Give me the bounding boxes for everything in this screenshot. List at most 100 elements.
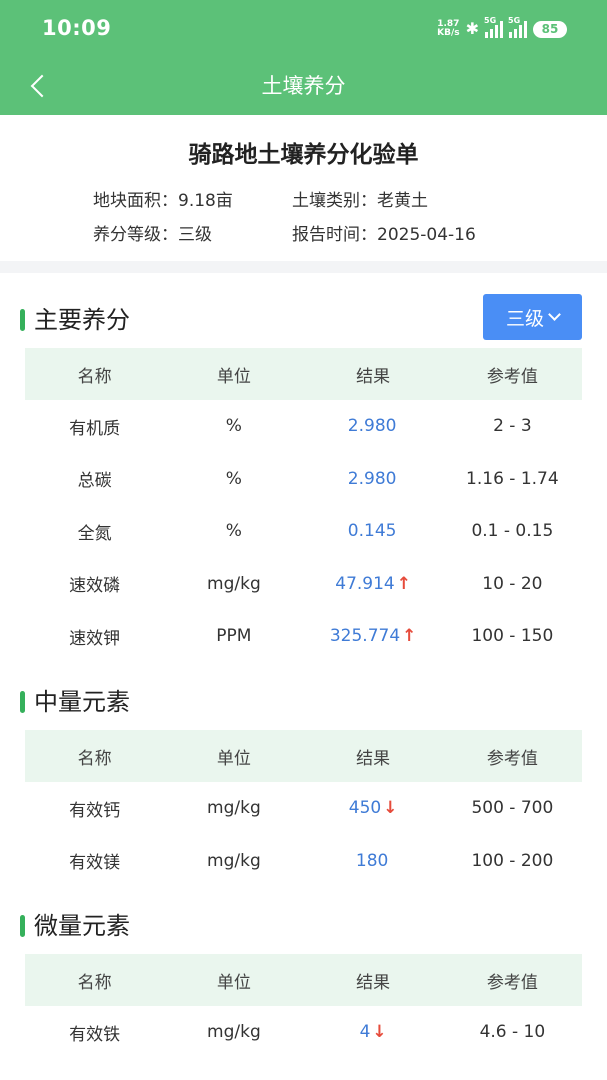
table-row: 有效铁 mg/kg 4 ↓ 4.6 - 10 (25, 1006, 582, 1059)
row-result: 47.914 ↑ (335, 573, 411, 594)
app-header: 10:09 1.87 KB/s ✱ 5G 5G 85 土壤养分 (0, 0, 607, 115)
row-name: 有效钙 (69, 800, 121, 821)
row-name: 有效镁 (69, 853, 121, 874)
grade-value: 三级 (178, 225, 212, 245)
header-result: 结果 (356, 972, 391, 993)
row-unit: PPM (216, 626, 252, 647)
section-header-main: 主要养分 (20, 300, 130, 335)
date-info: 报告时间：2025-04-16 (292, 220, 476, 245)
table-row: 总碳 % 2.980 1.16 - 1.74 (25, 453, 582, 506)
row-name: 速效磷 (69, 576, 121, 597)
header-name: 名称 (77, 366, 112, 387)
table-header: 名称 单位 结果 参考值 (25, 730, 582, 782)
header-name: 名称 (77, 972, 112, 993)
network-speed-unit: KB/s (437, 28, 460, 38)
grade-label: 养分等级： (93, 225, 178, 245)
table-header: 名称 单位 结果 参考值 (25, 348, 582, 400)
arrow-down-icon: ↓ (383, 798, 398, 819)
row-name: 总碳 (77, 471, 112, 492)
header-unit: 单位 (216, 748, 251, 769)
row-unit: mg/kg (207, 1022, 261, 1043)
header-name: 名称 (77, 748, 112, 769)
header-unit: 单位 (216, 366, 251, 387)
row-name: 全氮 (77, 523, 112, 544)
header-unit: 单位 (216, 972, 251, 993)
arrow-down-icon: ↓ (372, 1022, 387, 1043)
table-row: 有效钙 mg/kg 450 ↓ 500 - 700 (25, 782, 582, 835)
soil-type-info: 土壤类别：老黄土 (292, 186, 428, 211)
level-dropdown[interactable]: 三级 (483, 294, 582, 340)
row-ref: 1.16 - 1.74 (466, 468, 559, 489)
network-speed: 1.87 KB/s (437, 20, 459, 38)
row-unit: % (225, 468, 242, 489)
header-result: 结果 (356, 366, 391, 387)
page-title: 土壤养分 (261, 74, 346, 98)
report-title: 骑路地土壤养分化验单 (188, 142, 419, 168)
row-result: 2.980 (347, 416, 397, 437)
row-ref: 4.6 - 10 (479, 1022, 546, 1043)
row-unit: mg/kg (207, 850, 261, 871)
row-name: 速效钾 (69, 628, 121, 649)
section-title-medium: 中量元素 (34, 688, 130, 716)
table-row: 速效钾 PPM 325.774 ↑ 100 - 150 (25, 610, 582, 663)
sim1-label: 5G (484, 16, 497, 25)
section-marker (20, 308, 25, 331)
table-main: 名称 单位 结果 参考值 有机质 % 2.980 2 - 3 总碳 % 2.98… (25, 348, 582, 663)
row-result: 0.145 (347, 521, 397, 542)
battery-icon: 85 (533, 20, 567, 38)
section-divider (0, 261, 607, 273)
row-ref: 100 - 150 (471, 626, 554, 647)
row-result: 450 ↓ (348, 798, 398, 819)
bluetooth-icon: ✱ (465, 19, 479, 38)
status-time: 10:09 (42, 16, 112, 40)
section-title-micro: 微量元素 (34, 912, 130, 940)
header-ref: 参考值 (486, 972, 538, 993)
area-value: 9.18亩 (178, 191, 233, 211)
row-result: 4 ↓ (359, 1022, 387, 1043)
row-ref: 100 - 200 (471, 850, 554, 871)
row-name: 有效铁 (69, 1024, 121, 1045)
section-header-micro: 微量元素 (20, 906, 130, 941)
level-dropdown-value: 三级 (505, 307, 544, 330)
signal-icon: 5G (508, 16, 527, 38)
row-unit: % (225, 416, 242, 437)
area-info: 地块面积：9.18亩 (93, 186, 233, 211)
table-row: 有效镁 mg/kg 180 100 - 200 (25, 835, 582, 888)
row-result: 180 (355, 850, 389, 871)
table-row: 全氮 % 0.145 0.1 - 0.15 (25, 505, 582, 558)
signal-icon: 5G (484, 16, 503, 38)
row-ref: 0.1 - 0.15 (471, 521, 554, 542)
row-unit: mg/kg (207, 573, 261, 594)
sim2-label: 5G (508, 16, 521, 25)
date-value: 2025-04-16 (377, 225, 476, 245)
chevron-down-icon (548, 308, 561, 321)
table-micro: 名称 单位 结果 参考值 有效铁 mg/kg 4 ↓ 4.6 - 10 (25, 954, 582, 1059)
area-label: 地块面积： (93, 191, 178, 211)
section-header-medium: 中量元素 (20, 682, 130, 717)
table-header: 名称 单位 结果 参考值 (25, 954, 582, 1006)
table-row: 有机质 % 2.980 2 - 3 (25, 400, 582, 453)
section-title-main: 主要养分 (34, 306, 130, 334)
status-icons: 1.87 KB/s ✱ 5G 5G 85 (437, 16, 567, 40)
header-ref: 参考值 (486, 748, 538, 769)
section-marker (20, 914, 25, 937)
row-result: 325.774 ↑ (329, 626, 417, 647)
table-row: 速效磷 mg/kg 47.914 ↑ 10 - 20 (25, 558, 582, 611)
header-ref: 参考值 (486, 366, 538, 387)
row-result: 2.980 (347, 468, 397, 489)
header-result: 结果 (356, 748, 391, 769)
row-unit: % (225, 521, 242, 542)
row-name: 有机质 (69, 418, 121, 439)
arrow-up-icon: ↑ (402, 626, 417, 647)
date-label: 报告时间： (292, 225, 377, 245)
arrow-up-icon: ↑ (396, 573, 411, 594)
soil-type-label: 土壤类别： (292, 191, 377, 211)
section-marker (20, 690, 25, 713)
status-bar: 10:09 1.87 KB/s ✱ 5G 5G 85 (0, 0, 607, 58)
row-unit: mg/kg (207, 798, 261, 819)
row-ref: 500 - 700 (471, 798, 554, 819)
row-ref: 2 - 3 (493, 416, 532, 437)
table-medium: 名称 单位 结果 参考值 有效钙 mg/kg 450 ↓ 500 - 700 有效… (25, 730, 582, 887)
report-info: 骑路地土壤养分化验单 地块面积：9.18亩 土壤类别：老黄土 养分等级：三级 报… (0, 115, 607, 261)
soil-type-value: 老黄土 (377, 191, 428, 211)
